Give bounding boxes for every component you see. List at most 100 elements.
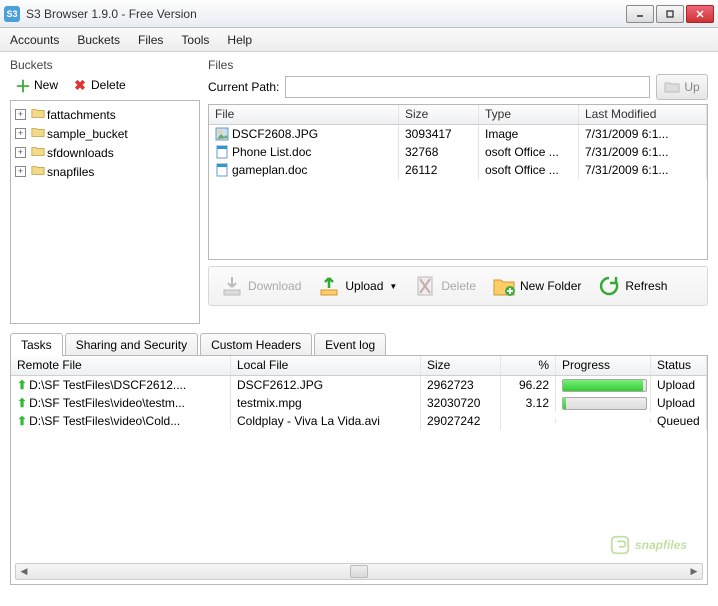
titlebar: S3 S3 Browser 1.9.0 - Free Version <box>0 0 718 28</box>
delete-file-button[interactable]: Delete <box>406 270 483 302</box>
col-type[interactable]: Type <box>479 105 579 124</box>
upload-icon <box>317 274 341 298</box>
file-modified: 7/31/2009 6:1... <box>579 161 707 179</box>
upload-arrow-icon: ⬆ <box>17 396 27 410</box>
close-button[interactable] <box>686 5 714 23</box>
doc-file-icon <box>215 163 229 177</box>
task-row[interactable]: ⬆D:\SF TestFiles\video\Cold... Coldplay … <box>11 412 707 430</box>
tree-item[interactable]: + snapfiles <box>13 162 197 181</box>
expand-icon[interactable]: + <box>15 166 26 177</box>
expand-icon[interactable]: + <box>15 147 26 158</box>
folder-icon <box>31 125 45 142</box>
task-status: Queued <box>651 412 707 430</box>
remote-file: D:\SF TestFiles\video\testm... <box>29 396 185 410</box>
task-row[interactable]: ⬆D:\SF TestFiles\video\testm... testmix.… <box>11 394 707 412</box>
upload-arrow-icon: ⬆ <box>17 414 27 428</box>
files-listview[interactable]: File Size Type Last Modified DSCF2608.JP… <box>208 104 708 260</box>
task-row[interactable]: ⬆D:\SF TestFiles\DSCF2612.... DSCF2612.J… <box>11 376 707 394</box>
col-pct[interactable]: % <box>501 356 556 375</box>
files-header: File Size Type Last Modified <box>209 105 707 125</box>
upload-label: Upload <box>345 279 383 293</box>
scroll-left-icon[interactable]: ◀ <box>16 566 32 577</box>
menu-files[interactable]: Files <box>138 33 163 47</box>
file-row[interactable]: DSCF2608.JPG 3093417 Image 7/31/2009 6:1… <box>209 125 707 143</box>
file-row[interactable]: Phone List.doc 32768 osoft Office ... 7/… <box>209 143 707 161</box>
menu-help[interactable]: Help <box>227 33 252 47</box>
expand-icon[interactable]: + <box>15 109 26 120</box>
col-status[interactable]: Status <box>651 356 707 375</box>
files-label: Files <box>208 58 708 72</box>
file-size: 32768 <box>399 143 479 161</box>
task-size: 32030720 <box>421 394 501 412</box>
menubar: Accounts Buckets Files Tools Help <box>0 28 718 52</box>
minimize-button[interactable] <box>626 5 654 23</box>
col-modified[interactable]: Last Modified <box>579 105 707 124</box>
tree-item[interactable]: + sample_bucket <box>13 124 197 143</box>
current-path-input[interactable] <box>285 76 650 98</box>
local-file: Coldplay - Viva La Vida.avi <box>231 412 421 430</box>
file-size: 3093417 <box>399 125 479 143</box>
horizontal-scrollbar[interactable]: ◀ ▶ <box>15 563 703 580</box>
remote-file: D:\SF TestFiles\video\Cold... <box>29 414 180 428</box>
delete-icon <box>413 274 437 298</box>
refresh-icon <box>597 274 621 298</box>
menu-tools[interactable]: Tools <box>181 33 209 47</box>
bottom-tabs: Tasks Sharing and Security Custom Header… <box>10 332 708 585</box>
tree-item[interactable]: + fattachments <box>13 105 197 124</box>
task-status: Upload <box>651 376 707 394</box>
app-icon: S3 <box>4 6 20 22</box>
folder-icon <box>31 163 45 180</box>
col-file[interactable]: File <box>209 105 399 124</box>
scroll-right-icon[interactable]: ▶ <box>686 566 702 577</box>
tree-item[interactable]: + sfdownloads <box>13 143 197 162</box>
file-name: gameplan.doc <box>232 163 307 177</box>
menu-buckets[interactable]: Buckets <box>77 33 120 47</box>
download-label: Download <box>248 279 301 293</box>
col-progress[interactable]: Progress <box>556 356 651 375</box>
bucket-name: fattachments <box>47 108 116 122</box>
progress-bar <box>562 397 647 410</box>
menu-accounts[interactable]: Accounts <box>10 33 59 47</box>
folder-icon <box>31 144 45 161</box>
col-size[interactable]: Size <box>399 105 479 124</box>
scroll-thumb[interactable] <box>350 565 368 578</box>
up-button[interactable]: Up <box>656 74 708 100</box>
col-task-size[interactable]: Size <box>421 356 501 375</box>
new-folder-label: New Folder <box>520 279 581 293</box>
bucket-name: sfdownloads <box>47 146 114 160</box>
watermark: snapfiles <box>609 534 687 556</box>
col-remote[interactable]: Remote File <box>11 356 231 375</box>
file-name: Phone List.doc <box>232 145 311 159</box>
remote-file: D:\SF TestFiles\DSCF2612.... <box>29 378 186 392</box>
files-panel: Files Current Path: Up File Size Type La… <box>208 58 708 324</box>
tab-sharing[interactable]: Sharing and Security <box>65 333 198 356</box>
bucket-name: sample_bucket <box>47 127 128 141</box>
new-folder-icon <box>492 274 516 298</box>
new-folder-button[interactable]: New Folder <box>485 270 588 302</box>
file-type: Image <box>479 125 579 143</box>
file-size: 26112 <box>399 161 479 179</box>
col-local[interactable]: Local File <box>231 356 421 375</box>
download-icon <box>220 274 244 298</box>
delete-bucket-label: Delete <box>91 78 126 92</box>
maximize-button[interactable] <box>656 5 684 23</box>
window-title: S3 Browser 1.9.0 - Free Version <box>26 7 626 21</box>
download-button[interactable]: Download <box>213 270 308 302</box>
task-pct: 96.22 <box>501 376 556 394</box>
upload-button[interactable]: Upload ▼ <box>310 270 404 302</box>
file-row[interactable]: gameplan.doc 26112 osoft Office ... 7/31… <box>209 161 707 179</box>
expand-icon[interactable]: + <box>15 128 26 139</box>
refresh-button[interactable]: Refresh <box>590 270 674 302</box>
tab-event-log[interactable]: Event log <box>314 333 386 356</box>
tab-tasks[interactable]: Tasks <box>10 333 63 356</box>
delete-bucket-button[interactable]: ✖ Delete <box>67 74 131 96</box>
buckets-tree[interactable]: + fattachments + sample_bucket + sfdownl… <box>10 100 200 324</box>
image-file-icon <box>215 127 229 141</box>
current-path-label: Current Path: <box>208 80 279 94</box>
new-bucket-label: New <box>34 78 58 92</box>
up-label: Up <box>684 80 699 94</box>
local-file: DSCF2612.JPG <box>231 376 421 394</box>
tab-custom-headers[interactable]: Custom Headers <box>200 333 312 356</box>
doc-file-icon <box>215 145 229 159</box>
new-bucket-button[interactable]: ＋ New <box>10 74 63 96</box>
